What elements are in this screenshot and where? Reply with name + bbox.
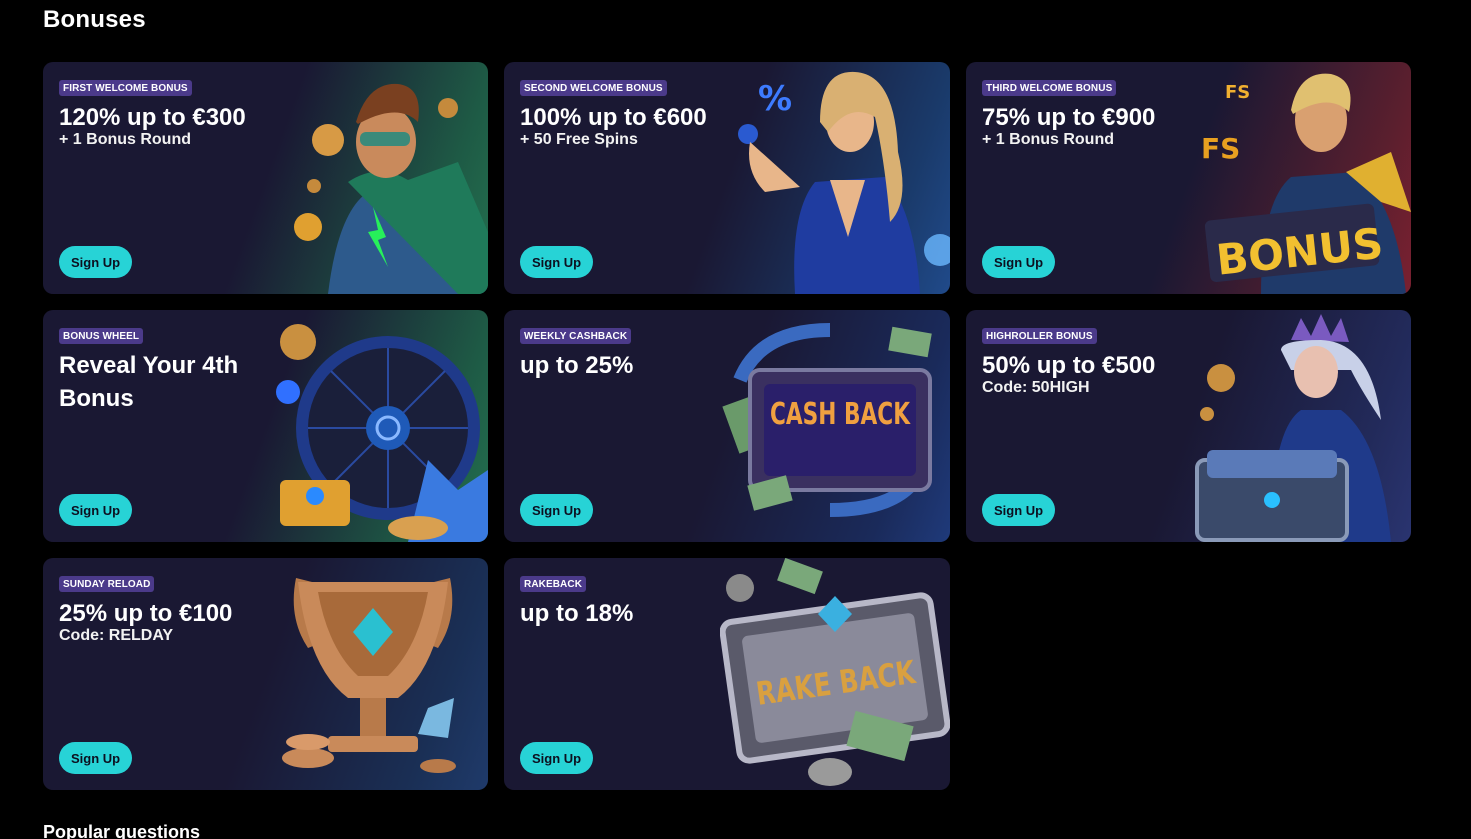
page-title: Bonuses: [43, 6, 146, 33]
bonus-headline: up to 25%: [520, 352, 634, 379]
bonus-badge: FIRST WELCOME BONUS: [59, 80, 192, 96]
sign-up-button[interactable]: Sign Up: [520, 742, 594, 774]
svg-text:%: %: [758, 79, 792, 119]
queen-treasure-illustration: [1195, 314, 1391, 542]
sign-up-button[interactable]: Sign Up: [520, 246, 594, 278]
bonus-badge: BONUS WHEEL: [59, 328, 144, 344]
sign-up-button[interactable]: Sign Up: [59, 246, 133, 278]
bonus-card-weekly-cashback[interactable]: CASH BACK WEEKLY CASHBACK up to 25% Sign…: [504, 310, 950, 542]
sign-up-button[interactable]: Sign Up: [59, 494, 133, 526]
bonus-badge: THIRD WELCOME BONUS: [982, 80, 1117, 96]
bonus-card-bonus-wheel[interactable]: BONUS WHEEL Reveal Your 4th Bonus Sign U…: [43, 310, 488, 542]
bonus-subtext: + 50 Free Spins: [520, 131, 638, 148]
hero-bonus-illustration: FS FS BONUS: [1201, 73, 1411, 294]
bonus-card-second-welcome[interactable]: % SECOND WELCOME BONUS 100% up to €600 +…: [504, 62, 950, 294]
bonus-badge: SUNDAY RELOAD: [59, 576, 155, 592]
bonus-wheel-illustration: [276, 324, 488, 542]
sign-up-button[interactable]: Sign Up: [982, 246, 1056, 278]
sign-up-button[interactable]: Sign Up: [59, 742, 133, 774]
bonus-card-sunday-reload[interactable]: SUNDAY RELOAD 25% up to €100 Code: RELDA…: [43, 558, 488, 790]
bonus-headline: 50% up to €500: [982, 352, 1156, 379]
cashback-illustration: CASH BACK: [722, 323, 932, 517]
bonus-headline: 100% up to €600: [520, 104, 707, 131]
trophy-illustration: [282, 578, 456, 773]
bonus-card-highroller[interactable]: HIGHROLLER BONUS 50% up to €500 Code: 50…: [966, 310, 1411, 542]
cashback-text-line: CASH BACK: [770, 397, 911, 432]
bonus-subtext: + 1 Bonus Round: [982, 131, 1114, 148]
bonus-card-third-welcome[interactable]: FS FS BONUS THIRD WELCOME BONUS 75% up t…: [966, 62, 1411, 294]
bonus-headline: up to 18%: [520, 600, 634, 627]
svg-text:FS: FS: [1225, 82, 1250, 103]
sign-up-button[interactable]: Sign Up: [520, 494, 594, 526]
bonus-badge: RAKEBACK: [520, 576, 587, 592]
bonus-headline: 25% up to €100: [59, 600, 233, 627]
rakeback-illustration: RAKE BACK: [720, 558, 950, 786]
bonus-headline: Reveal Your 4th Bonus: [59, 352, 239, 412]
bonus-subtext: + 1 Bonus Round: [59, 131, 191, 148]
bonus-headline: 75% up to €900: [982, 104, 1156, 131]
bonus-card-rakeback[interactable]: RAKE BACK RAKEBACK up to 18% Sign Up: [504, 558, 950, 790]
bonus-card-first-welcome[interactable]: FIRST WELCOME BONUS 120% up to €300 + 1 …: [43, 62, 488, 294]
superhero-illustration: [294, 83, 488, 294]
popular-questions-heading: Popular questions: [43, 822, 201, 839]
bonus-grid: FIRST WELCOME BONUS 120% up to €300 + 1 …: [43, 62, 1411, 790]
bonus-badge: WEEKLY CASHBACK: [520, 328, 632, 344]
bonus-badge: SECOND WELCOME BONUS: [520, 80, 667, 96]
bonus-badge: HIGHROLLER BONUS: [982, 328, 1097, 344]
sign-up-button[interactable]: Sign Up: [982, 494, 1056, 526]
woman-illustration: %: [738, 71, 950, 294]
bonus-headline: 120% up to €300: [59, 104, 246, 131]
